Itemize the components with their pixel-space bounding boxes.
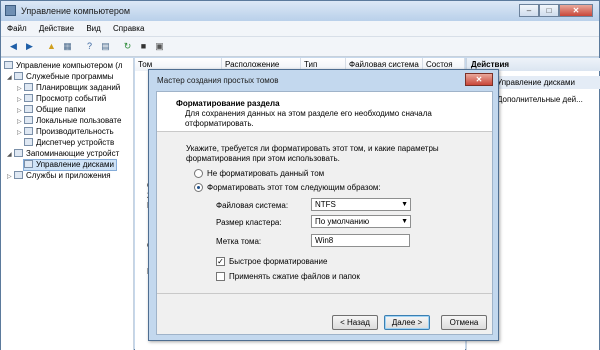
services-icon [14, 171, 23, 179]
tree-item-services[interactable]: Службы и приложения [14, 171, 111, 181]
menu-bar: Файл Действие Вид Справка [1, 21, 599, 37]
menu-file[interactable]: Файл [7, 21, 27, 37]
help-icon[interactable]: ? [83, 40, 96, 53]
menu-action[interactable]: Действие [39, 21, 74, 37]
close-button[interactable]: ✕ [559, 4, 593, 17]
dialog-title: Мастер создания простых томов [157, 76, 279, 85]
tree-item-sharedfolders[interactable]: Общие папки [24, 105, 86, 115]
format-label[interactable]: Форматировать этот том следующим образом… [207, 183, 381, 193]
computer-icon [4, 61, 13, 69]
quick-format-checkbox[interactable]: ✓ [216, 257, 225, 266]
tree-root[interactable]: Управление компьютером (л [4, 61, 123, 71]
show-tree-icon[interactable]: ▦ [61, 40, 74, 53]
main-window: Управление компьютером – □ ✕ Файл Действ… [0, 0, 600, 350]
refresh-icon[interactable]: ↻ [121, 40, 134, 53]
tree-item-storage[interactable]: Запоминающие устройст [14, 149, 119, 159]
properties-icon[interactable]: ■ [137, 40, 150, 53]
no-format-radio[interactable] [194, 169, 203, 178]
clock-icon [24, 83, 33, 91]
filesystem-label: Файловая система: [216, 201, 289, 210]
quick-format-label[interactable]: Быстрое форматирование [229, 257, 327, 267]
maximize-button[interactable]: □ [539, 4, 559, 17]
computer-management-icon [5, 5, 16, 16]
device-manager-icon [24, 138, 33, 146]
expand-icon[interactable]: ▷ [17, 85, 22, 92]
format-radio[interactable] [194, 183, 203, 192]
next-button[interactable]: Далее > [384, 315, 430, 330]
back-button[interactable]: < Назад [332, 315, 378, 330]
no-format-label[interactable]: Не форматировать данный том [207, 169, 324, 179]
compression-label[interactable]: Применять сжатие файлов и папок [229, 272, 360, 282]
volume-label-input[interactable]: Win8 [311, 234, 410, 247]
folder-icon [24, 105, 33, 113]
format-prompt: Укажите, требуется ли форматировать этот… [186, 144, 439, 163]
new-simple-volume-wizard: Мастер создания простых томов ✕ Форматир… [148, 69, 499, 341]
tools-icon [14, 72, 23, 80]
section-description: Для сохранения данных на этом разделе ег… [185, 109, 432, 128]
window-title: Управление компьютером [21, 6, 131, 16]
storage-icon [14, 149, 23, 157]
minimize-button[interactable]: – [519, 4, 539, 17]
tree-item-scheduler[interactable]: Планировщик заданий [24, 83, 120, 93]
title-bar[interactable]: Управление компьютером – □ ✕ [1, 1, 599, 21]
navigation-tree: Управление компьютером (л ◢ Служебные пр… [1, 58, 134, 350]
back-arrow-icon[interactable]: ◀ [7, 40, 20, 53]
up-folder-icon[interactable]: ▲ [45, 40, 58, 53]
expand-icon[interactable]: ▷ [7, 173, 12, 180]
section-title: Форматирование раздела [176, 99, 280, 108]
tree-item-localusers[interactable]: Локальные пользовате [24, 116, 121, 126]
toolbar: ◀ ▶ ▲ ▦ ? ▤ ↻ ■ ▣ [1, 37, 599, 57]
dialog-close-button[interactable]: ✕ [465, 73, 493, 86]
dropdown-arrow-icon: ▼ [401, 218, 408, 225]
collapse-icon[interactable]: ◢ [7, 74, 12, 81]
settings-icon[interactable]: ▣ [153, 40, 166, 53]
filesystem-select[interactable]: NTFS ▼ [311, 198, 411, 211]
expand-icon[interactable]: ▷ [17, 96, 22, 103]
divider [157, 293, 492, 294]
performance-icon [24, 127, 33, 135]
menu-view[interactable]: Вид [86, 21, 100, 37]
tree-item-diskmgmt[interactable]: Управление дисками [23, 159, 117, 171]
forward-arrow-icon[interactable]: ▶ [23, 40, 36, 53]
expand-icon[interactable]: ▷ [17, 118, 22, 125]
volume-label-label: Метка тома: [216, 237, 262, 246]
collapse-icon[interactable]: ◢ [7, 151, 12, 158]
dropdown-arrow-icon: ▼ [401, 201, 408, 208]
view-icon[interactable]: ▤ [99, 40, 112, 53]
cluster-size-label: Размер кластера: [216, 218, 282, 227]
menu-help[interactable]: Справка [113, 21, 144, 37]
tree-item-devmgr[interactable]: Диспетчер устройств [24, 138, 114, 148]
expand-icon[interactable]: ▷ [17, 107, 22, 114]
tree-item-performance[interactable]: Производительность [24, 127, 114, 137]
tree-item-eventviewer[interactable]: Просмотр событий [24, 94, 106, 104]
dialog-body: Форматирование раздела Для сохранения да… [156, 91, 493, 335]
users-icon [24, 116, 33, 124]
cluster-size-select[interactable]: По умолчанию ▼ [311, 215, 411, 228]
expand-icon[interactable]: ▷ [17, 129, 22, 136]
compression-checkbox[interactable] [216, 272, 225, 281]
cancel-button[interactable]: Отмена [441, 315, 487, 330]
disk-icon [24, 160, 33, 168]
dialog-header: Форматирование раздела Для сохранения да… [157, 92, 492, 132]
event-log-icon [24, 94, 33, 102]
tree-item-utilities[interactable]: Служебные программы [14, 72, 113, 82]
